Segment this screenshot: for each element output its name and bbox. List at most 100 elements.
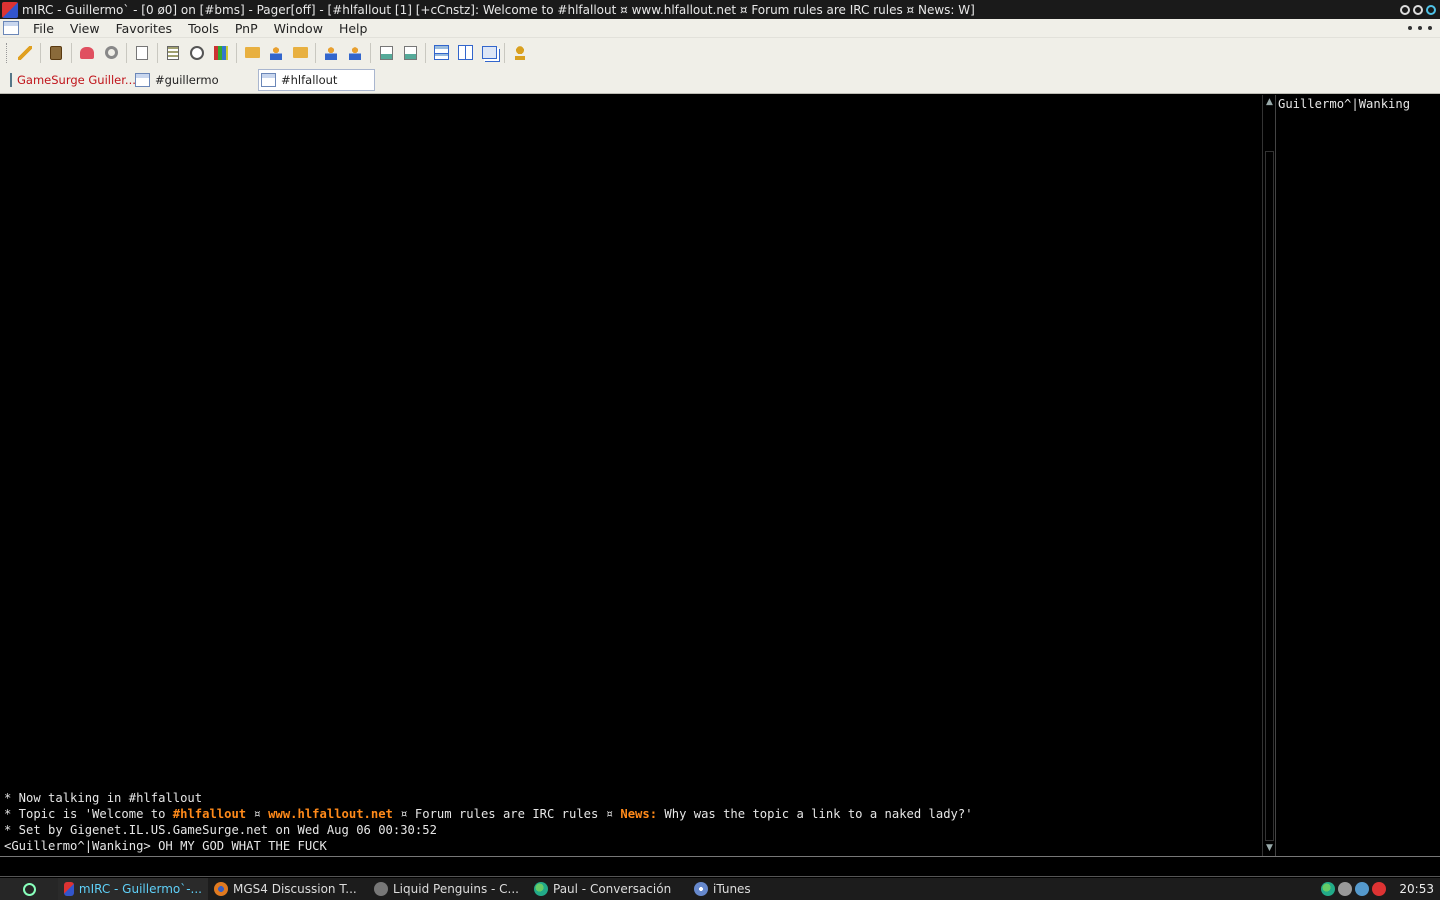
channel-window-icon: [135, 73, 150, 87]
options-button[interactable]: [45, 42, 67, 64]
mirc-app-icon[interactable]: [2, 1, 18, 18]
organize-button[interactable]: [100, 42, 122, 64]
switchbar-tab-label: GameSurge Guiller...: [17, 73, 136, 87]
menu-view[interactable]: View: [62, 21, 108, 36]
topic-prefix: * Topic is 'Welcome to: [4, 807, 173, 821]
firefox-icon: [214, 882, 228, 896]
menu-bar: File View Favorites Tools PnP Window Hel…: [0, 19, 1440, 38]
chat-line: * Set by Gigenet.IL.US.GameSurge.net on …: [4, 823, 437, 837]
toolbar-grip[interactable]: [6, 42, 9, 63]
taskbar-item-itunes[interactable]: iTunes: [688, 878, 788, 900]
connect-button[interactable]: [14, 42, 36, 64]
help-button[interactable]: [509, 42, 531, 64]
chat-line-topic: * Topic is 'Welcome to #hlfallout ¤ www.…: [4, 806, 1258, 822]
received-button[interactable]: [375, 42, 397, 64]
chat-line: * Now talking in #hlfallout: [4, 791, 203, 805]
taskbar-item-steam[interactable]: Liquid Penguins - C...: [368, 878, 528, 900]
switchbar-tab-status[interactable]: GameSurge Guiller...: [8, 69, 136, 91]
options-icon: [50, 45, 62, 60]
menu-pnp[interactable]: PnP: [227, 21, 266, 36]
taskbar-item-label: Paul - Conversación: [553, 882, 672, 896]
start-button[interactable]: [0, 878, 58, 900]
mdi-close-button[interactable]: [1428, 26, 1432, 30]
received-icon: [379, 45, 393, 60]
log-button[interactable]: [399, 42, 421, 64]
messenger-icon: [534, 882, 548, 896]
tile-horizontal-icon: [433, 45, 449, 60]
minimize-button[interactable]: [1400, 4, 1410, 15]
topic-middle: ¤ Forum rules are IRC rules ¤: [392, 807, 621, 821]
dcc-chat-button[interactable]: [265, 42, 287, 64]
menu-window[interactable]: Window: [266, 21, 331, 36]
notify-button[interactable]: [320, 42, 342, 64]
cascade-button[interactable]: [478, 42, 500, 64]
organize-icon: [104, 46, 118, 59]
taskbar-item-firefox[interactable]: MGS4 Discussion T...: [208, 878, 368, 900]
menu-favorites[interactable]: Favorites: [108, 21, 180, 36]
mirc-icon: [64, 882, 74, 896]
menu-file[interactable]: File: [25, 21, 62, 36]
antivirus-tray-icon[interactable]: [1372, 882, 1387, 896]
steam-tray-icon[interactable]: [1338, 882, 1353, 896]
urls-icon: [349, 45, 361, 60]
colors-button[interactable]: [210, 42, 232, 64]
log-icon: [403, 45, 417, 60]
scripts-icon: [292, 47, 308, 58]
notify-icon: [325, 45, 337, 60]
system-tray: 20:53: [1321, 882, 1440, 896]
dcc-chat-icon: [270, 45, 282, 60]
urls-button[interactable]: [344, 42, 366, 64]
title-bar[interactable]: mIRC - Guillermo` - [0 ø0] on [#bms] - P…: [0, 0, 1440, 19]
topic-site-link[interactable]: www.hlfallout.net: [268, 807, 393, 821]
scroll-thumb[interactable]: [1265, 151, 1274, 841]
channels-list-icon: [136, 45, 148, 60]
taskbar: mIRC - Guillermo`-... MGS4 Discussion T.…: [0, 878, 1440, 900]
close-button[interactable]: [1426, 4, 1436, 15]
dcc-send-button[interactable]: [241, 42, 263, 64]
switchbar: GameSurge Guiller... #guillermo #hlfallo…: [0, 67, 1440, 94]
chat-line-message: <Guillermo^|Wanking> OH MY GOD WHAT THE …: [4, 839, 327, 853]
taskbar-item-label: Liquid Penguins - C...: [393, 882, 519, 896]
scripts-button[interactable]: [289, 42, 311, 64]
tile-horizontal-button[interactable]: [430, 42, 452, 64]
address-book-icon: [167, 45, 179, 60]
taskbar-item-label: mIRC - Guillermo`-...: [78, 882, 202, 896]
toolbar: [0, 38, 1440, 67]
address-book-button[interactable]: [162, 42, 184, 64]
taskbar-clock[interactable]: 20:53: [1399, 882, 1434, 896]
timer-button[interactable]: [186, 42, 208, 64]
window-title: mIRC - Guillermo` - [0 ø0] on [#bms] - P…: [22, 2, 975, 17]
network-tray-icon[interactable]: [1355, 882, 1370, 896]
mdi-controls: [1408, 26, 1432, 30]
menu-tools[interactable]: Tools: [180, 21, 227, 36]
topic-news-text: Why was the topic a link to a naked lady…: [657, 807, 973, 821]
cascade-icon: [481, 46, 497, 59]
mdi-restore-button[interactable]: [1418, 26, 1422, 30]
mdi-minimize-button[interactable]: [1408, 26, 1412, 30]
scroll-down-icon[interactable]: ▼: [1264, 843, 1275, 854]
favorites-icon: [80, 46, 94, 59]
maximize-button[interactable]: [1413, 4, 1423, 15]
chat-scrollbar[interactable]: ▲ ▼: [1262, 95, 1275, 856]
topic-news-label: News:: [620, 807, 658, 821]
message-input[interactable]: [0, 856, 1440, 877]
favorites-button[interactable]: [76, 42, 98, 64]
menu-help[interactable]: Help: [331, 21, 376, 36]
taskbar-item-messenger[interactable]: Paul - Conversación: [528, 878, 688, 900]
switchbar-tab-label: #hlfallout: [281, 73, 338, 87]
nick-list-item[interactable]: Guillermo^|Wanking: [1278, 96, 1438, 112]
status-window-icon: [10, 73, 12, 87]
messenger-tray-icon[interactable]: [1321, 882, 1336, 896]
taskbar-item-mirc[interactable]: mIRC - Guillermo`-...: [58, 878, 208, 900]
switchbar-tab-hlfallout[interactable]: #hlfallout: [258, 69, 375, 91]
scroll-up-icon[interactable]: ▲: [1264, 97, 1275, 108]
channels-list-button[interactable]: [131, 42, 153, 64]
topic-channel-link[interactable]: #hlfallout: [173, 807, 246, 821]
mdi-window-icon[interactable]: [3, 21, 19, 35]
chat-messages-area[interactable]: * Now talking in #hlfallout * Topic is '…: [0, 95, 1262, 856]
tile-vertical-button[interactable]: [454, 42, 476, 64]
switchbar-tab-guillermo[interactable]: #guillermo: [133, 69, 255, 91]
nick-list[interactable]: Guillermo^|Wanking: [1275, 95, 1440, 856]
chat-lines: * Now talking in #hlfallout * Topic is '…: [4, 790, 1258, 854]
help-icon: [515, 45, 525, 60]
